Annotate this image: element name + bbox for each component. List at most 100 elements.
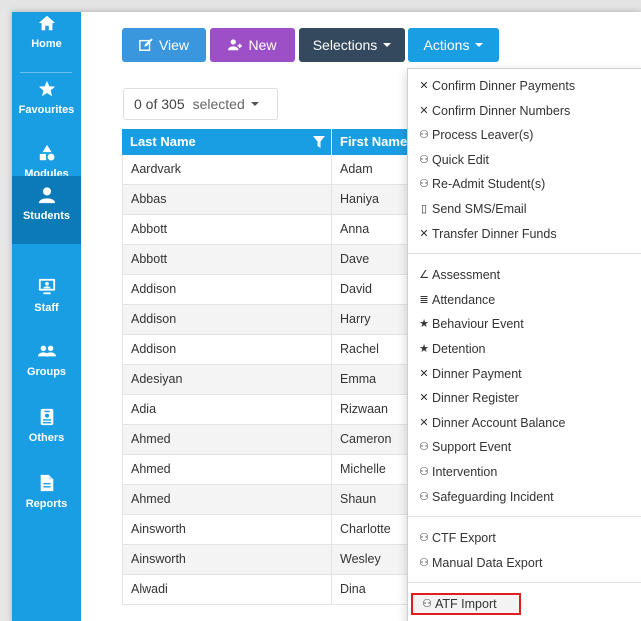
cell-last-name: Addison xyxy=(122,275,331,304)
cell-first-name: Adam xyxy=(331,155,412,184)
cell-last-name: Ainsworth xyxy=(122,515,331,544)
sidebar-item-students[interactable]: Students xyxy=(12,176,81,244)
sidebar-item-others[interactable]: Others xyxy=(12,406,81,468)
cutlery-icon: ✕ xyxy=(419,392,429,405)
menu-item-label: ATF Import xyxy=(435,597,497,612)
table-row[interactable]: Abbott Anna xyxy=(122,215,412,245)
sidebar-item-label: Favourites xyxy=(18,104,75,116)
menu-item-atf-import[interactable]: ⚇ ATF Import xyxy=(411,593,521,616)
menu-item-quick-edit[interactable]: ⚇ Quick Edit xyxy=(408,149,641,171)
actions-dropdown-menu: ✕ Confirm Dinner Payments ✕ Confirm Dinner … xyxy=(407,68,641,621)
cell-first-name: Rachel xyxy=(331,335,412,364)
cell-last-name: Addison xyxy=(122,335,331,364)
menu-item-label: CTF Export xyxy=(432,531,496,546)
cell-first-name: Emma xyxy=(331,365,412,394)
menu-item-safeguarding-incident[interactable]: ⚇ Safeguarding Incident xyxy=(408,486,641,508)
menu-item-detention[interactable]: ★ Detention xyxy=(408,338,641,360)
table-row[interactable]: Addison Rachel xyxy=(122,335,412,365)
menu-item-dinner-payment[interactable]: ✕ Dinner Payment xyxy=(408,363,641,385)
sidebar-item-home[interactable]: Home xyxy=(12,12,81,74)
sidebar-item-label: Reports xyxy=(25,498,68,510)
shapes-icon xyxy=(39,144,54,161)
group-icon: ⚇ xyxy=(419,153,429,166)
menu-item-dinner-register[interactable]: ✕ Dinner Register xyxy=(408,387,641,409)
pencil-icon: ∠ xyxy=(419,269,429,282)
menu-item-send-sms-email[interactable]: ▯ Send SMS/Email xyxy=(408,198,641,220)
menu-item-label: Behaviour Event xyxy=(432,317,524,332)
table-header: Last Name First Name xyxy=(122,129,412,155)
cell-last-name: Ahmed xyxy=(122,485,331,514)
column-header-first-name[interactable]: First Name xyxy=(331,129,412,155)
menu-item-label: Detention xyxy=(432,342,486,356)
menu-item-re-admit-student-s[interactable]: ⚇ Re-Admit Student(s) xyxy=(408,173,641,195)
home-icon xyxy=(38,15,55,31)
table-row[interactable]: Ainsworth Charlotte xyxy=(122,515,412,545)
group-icon: ⚇ xyxy=(419,129,429,142)
cell-first-name: Michelle xyxy=(331,455,412,484)
menu-item-ctf-export[interactable]: ⚇ CTF Export xyxy=(408,527,641,549)
table-row[interactable]: Alwadi Dina xyxy=(122,575,412,605)
cell-last-name: Aardvark xyxy=(122,155,331,184)
table-row[interactable]: Ahmed Shaun xyxy=(122,485,412,515)
mobile-icon: ▯ xyxy=(420,203,428,215)
menu-item-attendance[interactable]: ≣ Attendance xyxy=(408,289,641,311)
sidebar-item-label: Groups xyxy=(26,366,67,378)
chevron-down-icon xyxy=(475,43,484,47)
selections-button[interactable]: Selections xyxy=(299,28,405,62)
view-button[interactable]: View xyxy=(122,28,206,62)
group-icon: ⚇ xyxy=(422,598,432,611)
menu-item-transfer-dinner-funds[interactable]: ✕ Transfer Dinner Funds xyxy=(408,223,641,245)
sidebar-item-reports[interactable]: Reports xyxy=(12,472,81,534)
group-icon: ⚇ xyxy=(419,490,429,503)
table-row[interactable]: Ahmed Michelle xyxy=(122,455,412,485)
column-header-last-name[interactable]: Last Name xyxy=(122,129,331,155)
user-icon xyxy=(38,187,55,204)
sidebar-item-staff[interactable]: Staff xyxy=(12,276,81,338)
table-row[interactable]: Addison David xyxy=(122,275,412,305)
actions-button[interactable]: Actions xyxy=(408,28,499,62)
table-row[interactable]: Adesiyan Emma xyxy=(122,365,412,395)
cell-first-name: Cameron xyxy=(331,425,412,454)
window-top-bar xyxy=(0,0,641,12)
new-button[interactable]: New xyxy=(210,28,295,62)
menu-divider xyxy=(408,516,641,518)
menu-item-assessment[interactable]: ∠ Assessment xyxy=(408,264,641,286)
cutlery-icon: ✕ xyxy=(419,80,429,92)
menu-item-label: Dinner Register xyxy=(432,391,519,406)
sidebar-item-groups[interactable]: Groups xyxy=(12,340,81,402)
selection-label: selected xyxy=(192,96,245,112)
new-button-label: New xyxy=(248,37,277,53)
menu-item-intervention[interactable]: ⚇ Intervention xyxy=(408,461,641,483)
table-row[interactable]: Ainsworth Wesley xyxy=(122,545,412,575)
table-row[interactable]: Abbas Haniya xyxy=(122,185,412,215)
menu-item-support-event[interactable]: ⚇ Support Event xyxy=(408,436,641,458)
selection-count-dropdown[interactable]: 0 of 305 selected xyxy=(123,88,278,120)
menu-item-confirm-dinner-payments[interactable]: ✕ Confirm Dinner Payments xyxy=(408,75,641,97)
cell-first-name: Dina xyxy=(331,575,412,604)
sidebar-item-favourites[interactable]: Favourites xyxy=(12,78,81,140)
chevron-down-icon xyxy=(250,102,259,106)
cell-first-name: Shaun xyxy=(331,485,412,514)
group-icon: ⚇ xyxy=(419,441,429,454)
table-row[interactable]: Aardvark Adam xyxy=(122,155,412,185)
badge-icon xyxy=(40,408,53,426)
edit-icon xyxy=(139,38,153,51)
sidebar-divider xyxy=(20,72,72,73)
menu-divider xyxy=(408,582,641,584)
filter-icon[interactable] xyxy=(313,136,325,148)
cell-last-name: Abbas xyxy=(122,185,331,214)
menu-item-manual-data-export[interactable]: ⚇ Manual Data Export xyxy=(408,552,641,574)
table-row[interactable]: Abbott Dave xyxy=(122,245,412,275)
check-list-icon: ≣ xyxy=(419,293,429,306)
menu-item-label: Assessment xyxy=(432,268,501,283)
menu-item-confirm-dinner-numbers[interactable]: ✕ Confirm Dinner Numbers xyxy=(408,100,641,122)
selections-button-label: Selections xyxy=(312,37,378,53)
table-row[interactable]: Adia Rizwaan xyxy=(122,395,412,425)
menu-item-behaviour-event[interactable]: ★ Behaviour Event xyxy=(408,313,641,335)
cell-first-name: David xyxy=(331,275,412,304)
menu-item-process-leaver-s[interactable]: ⚇ Process Leaver(s) xyxy=(408,124,641,146)
table-row[interactable]: Addison Harry xyxy=(122,305,412,335)
table-row[interactable]: Ahmed Cameron xyxy=(122,425,412,455)
menu-item-dinner-account-balance[interactable]: ✕ Dinner Account Balance xyxy=(408,412,641,434)
cell-first-name: Haniya xyxy=(331,185,412,214)
